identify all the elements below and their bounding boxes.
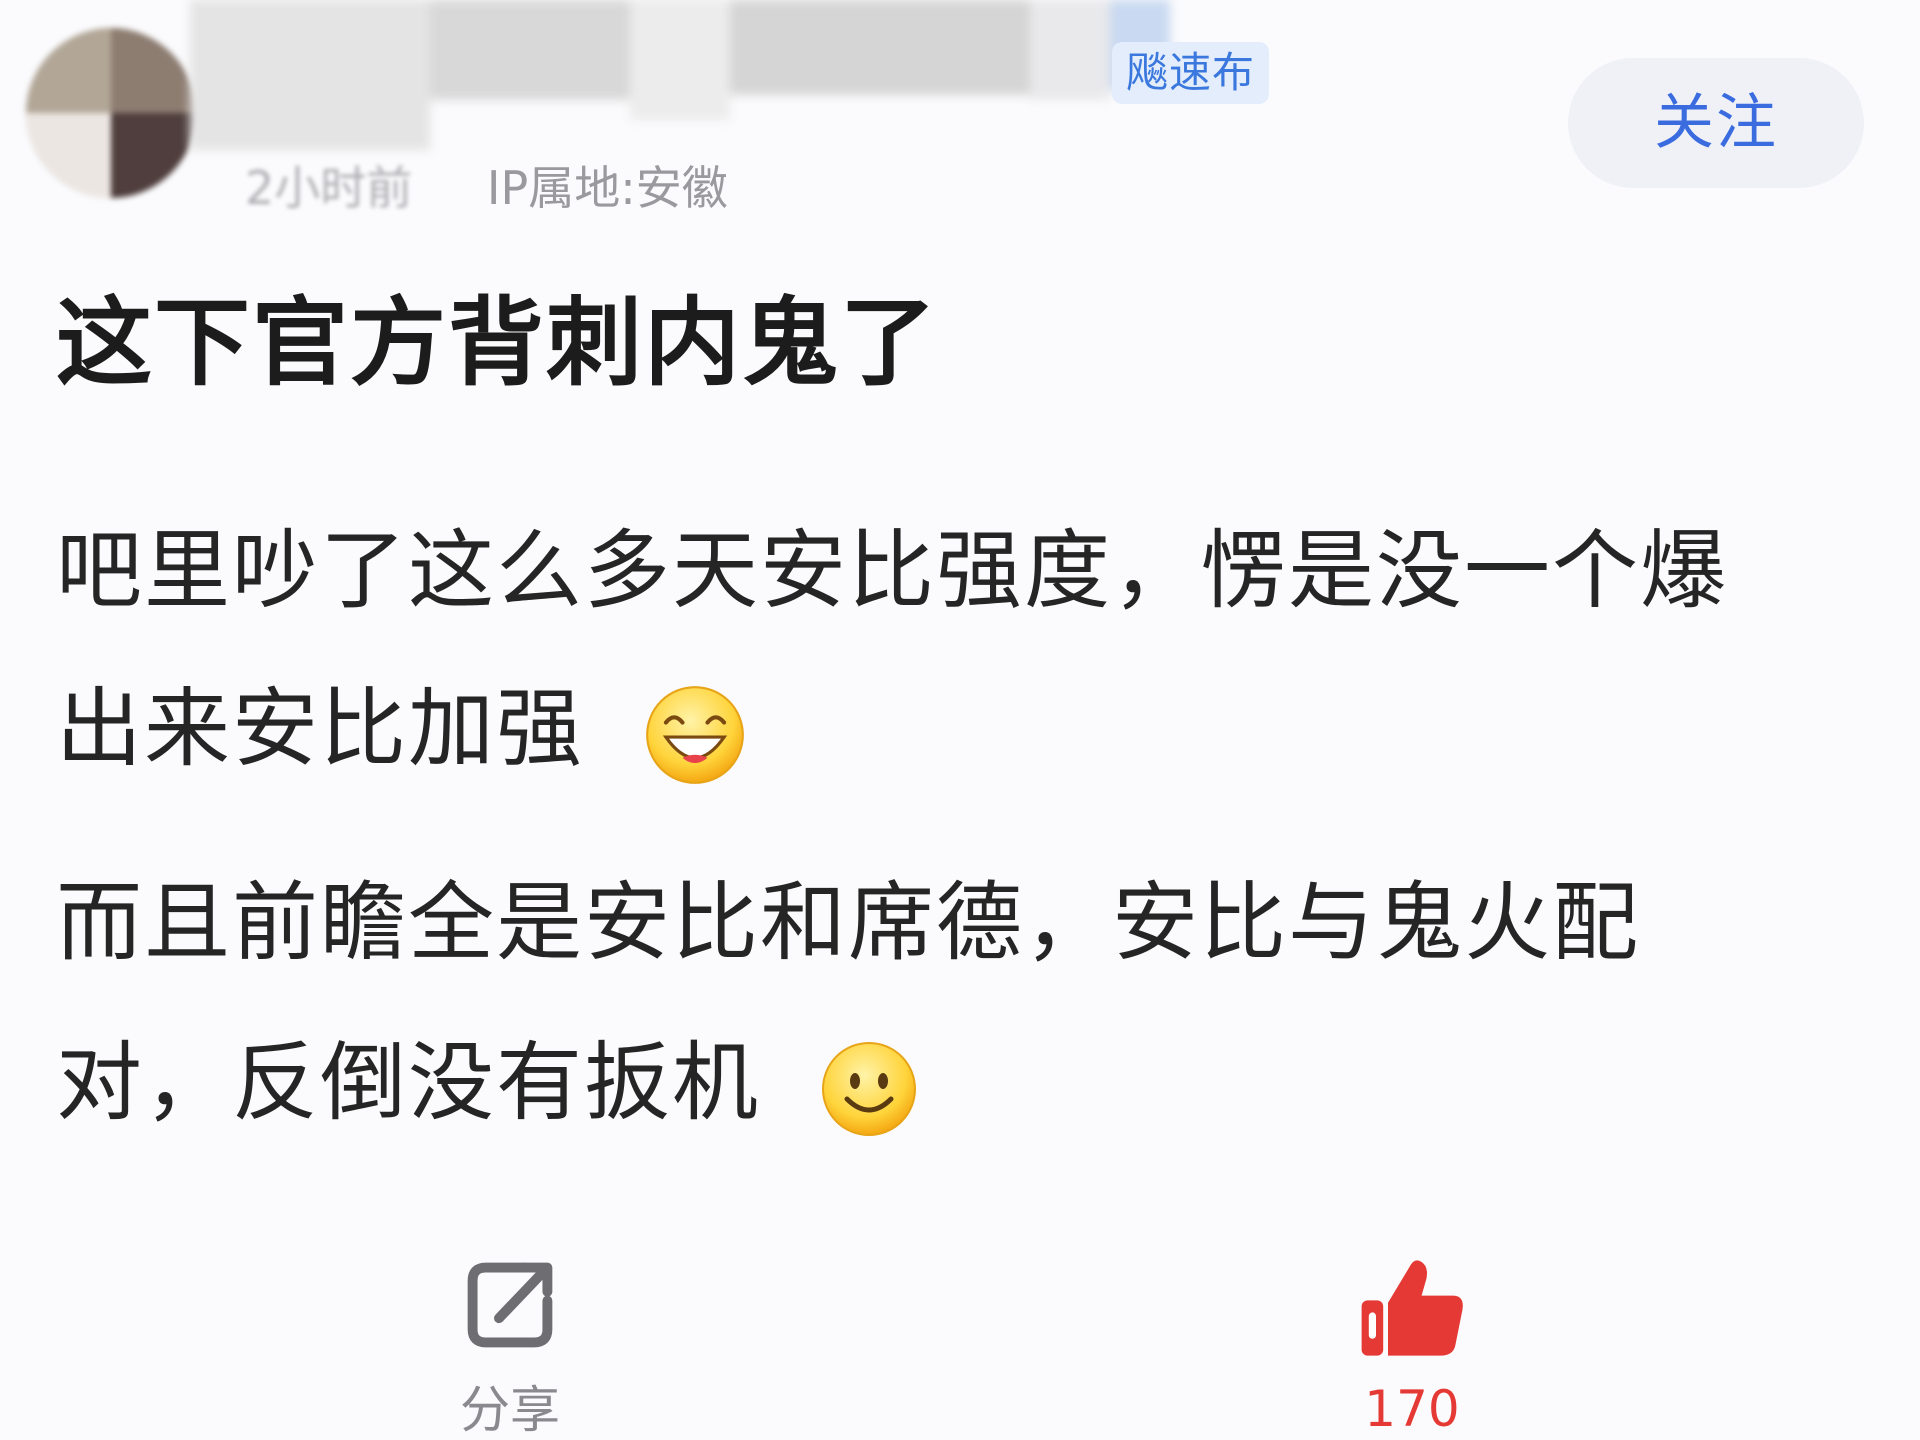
post-page: 飚速布 2小时前 IP属地:安徽 关注 这下官方背刺内鬼了 吧里吵了这么多天安比… [0, 0, 1920, 1440]
follow-button[interactable]: 关注 [1568, 58, 1864, 188]
share-icon [467, 1262, 553, 1348]
laughing-emoji-icon [643, 683, 747, 787]
post-text: 出来安比加强 [56, 679, 584, 779]
like-button[interactable]: 170 [1282, 1250, 1542, 1440]
author-name-blurred[interactable] [150, 0, 1170, 150]
share-button[interactable]: 分享 [380, 1250, 640, 1440]
post-line-4: 对，反倒没有扳机 [56, 1012, 1856, 1139]
post-time: 2小时前 [245, 161, 413, 215]
like-count: 170 [1364, 1380, 1460, 1438]
author-row: 飚速布 2小时前 IP属地:安徽 关注 [0, 0, 1920, 220]
post-line-1: 吧里吵了这么多天安比强度，愣是没一个爆 [56, 500, 1856, 625]
ip-location: IP属地:安徽 [486, 161, 728, 215]
post-text: 对，反倒没有扳机 [56, 1033, 760, 1133]
post-meta: 2小时前 IP属地:安徽 [245, 152, 728, 218]
author-badge: 飚速布 [1112, 42, 1270, 104]
thumbs-up-icon [1361, 1260, 1463, 1356]
share-label: 分享 [460, 1381, 560, 1439]
post-text: 而且前瞻全是安比和席德，安比与鬼火配 [56, 873, 1640, 973]
smile-emoji-icon [819, 1039, 919, 1139]
post-line-2: 出来安比加强 [56, 658, 1856, 787]
post-line-3: 而且前瞻全是安比和席德，安比与鬼火配 [56, 852, 1856, 977]
post-text: 吧里吵了这么多天安比强度，愣是没一个爆 [56, 521, 1728, 621]
post-title: 这下官方背刺内鬼了 [56, 287, 938, 399]
